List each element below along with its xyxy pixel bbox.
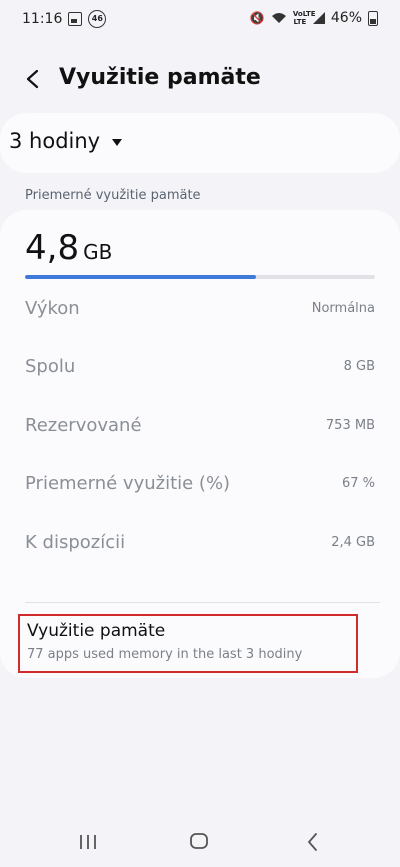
status-left: 11:16 46: [22, 10, 107, 28]
time-range-value: 3 hodiny: [9, 129, 101, 153]
memory-progress-fill: [25, 275, 256, 279]
divider: [25, 602, 380, 603]
memory-usage-link-subtitle: 77 apps used memory in the last 3 hodiny: [27, 647, 303, 662]
lte-icon: VoLTE LTE: [292, 10, 316, 26]
time-range-dropdown[interactable]: 3 hodiny: [0, 113, 400, 173]
stat-value: 753 MB: [325, 418, 375, 433]
battery-percent: 46%: [330, 10, 362, 26]
memory-average-unit: GB: [83, 240, 113, 264]
wifi-icon: [271, 13, 286, 23]
navigation-bar: [0, 820, 400, 867]
memory-summary-card: 4,8 GB Výkon Normálna Spolu 8 GB Rezervov…: [0, 210, 400, 678]
stat-row-reserved: Rezervované 753 MB: [25, 415, 375, 445]
gallery-notification-icon: [68, 12, 83, 26]
status-time: 11:16: [22, 11, 63, 27]
nav-back-icon[interactable]: [305, 832, 321, 852]
stat-value: 2,4 GB: [331, 535, 375, 550]
stat-label: Spolu: [25, 356, 76, 377]
section-label: Priemerné využitie pamäte: [25, 188, 201, 203]
page-title: Využitie pamäte: [59, 65, 261, 90]
recents-icon[interactable]: [78, 834, 98, 850]
status-right: 🔇 VoLTE LTE 46%: [250, 10, 378, 26]
header: Využitie pamäte: [0, 60, 400, 100]
status-bar: 11:16 46 🔇 VoLTE LTE 46%: [0, 0, 400, 38]
dropdown-caret-icon: [112, 139, 122, 146]
stat-value: 8 GB: [343, 359, 375, 374]
home-icon[interactable]: [190, 833, 208, 849]
battery-icon: [368, 10, 378, 26]
mute-icon: 🔇: [249, 11, 265, 25]
stat-label: Priemerné využitie (%): [25, 473, 231, 494]
stat-row-available: K dispozícii 2,4 GB: [25, 532, 375, 562]
stat-label: Výkon: [25, 298, 80, 319]
stat-row-average-percent: Priemerné využitie (%) 67 %: [25, 473, 375, 503]
stat-value: 67 %: [341, 476, 375, 491]
memory-usage-link-title: Využitie pamäte: [27, 621, 166, 641]
memory-progress-bar: [25, 275, 375, 279]
back-arrow-icon[interactable]: [22, 68, 44, 90]
stat-row-total: Spolu 8 GB: [25, 356, 375, 386]
stat-row-performance: Výkon Normálna: [25, 298, 375, 328]
notification-badge-icon: 46: [88, 10, 107, 28]
signal-icon: [312, 12, 325, 24]
stat-label: Rezervované: [25, 415, 142, 436]
memory-average-number: 4,8: [25, 228, 80, 268]
memory-average-value: 4,8 GB: [25, 228, 112, 268]
stat-value: Normálna: [311, 301, 375, 316]
stat-label: K dispozícii: [25, 532, 126, 553]
memory-usage-apps-link[interactable]: Využitie pamäte 77 apps used memory in t…: [18, 614, 358, 673]
